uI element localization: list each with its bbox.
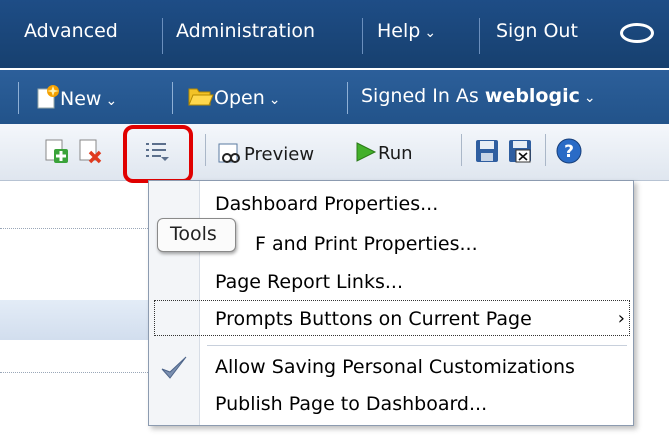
secondary-nav-bar: New ⌄ Open ⌄ Signed In As weblogic ⌄ — [0, 70, 669, 124]
administration-link[interactable]: Administration — [176, 20, 315, 42]
open-label: Open — [214, 87, 265, 109]
preview-icon — [218, 143, 240, 163]
chevron-down-icon: ⌄ — [424, 25, 437, 41]
dashboard-toolbar: Preview Run ? — [0, 124, 669, 181]
help-label: Help — [377, 20, 421, 42]
help-menu[interactable]: Help ⌄ — [377, 20, 436, 42]
preview-label: Preview — [244, 144, 315, 165]
chevron-down-icon: ⌄ — [105, 93, 118, 109]
nav-divider — [172, 82, 173, 114]
nav-divider — [347, 82, 348, 114]
save-icon[interactable] — [474, 138, 500, 164]
page-divider — [0, 372, 150, 373]
tools-highlight-annotation — [123, 125, 193, 183]
menu-separator — [207, 345, 627, 346]
menu-item-page-report-links[interactable]: Page Report Links... — [215, 271, 403, 293]
folder-icon — [188, 88, 214, 106]
submenu-arrow-icon: › — [617, 308, 625, 329]
save-as-icon[interactable] — [507, 138, 533, 164]
menu-item-dashboard-properties[interactable]: Dashboard Properties... — [215, 193, 438, 215]
toolbar-divider — [545, 134, 546, 166]
new-document-icon — [37, 85, 59, 109]
checkmark-icon — [161, 356, 187, 379]
page-divider — [0, 228, 150, 229]
run-button[interactable]: Run — [354, 141, 413, 164]
nav-divider — [162, 18, 163, 54]
run-icon — [356, 142, 377, 162]
open-menu[interactable]: Open ⌄ — [188, 85, 280, 109]
preview-button[interactable]: Preview — [218, 141, 314, 165]
delete-page-icon[interactable] — [78, 138, 104, 164]
tools-tooltip: Tools — [157, 218, 236, 252]
oracle-logo-icon — [620, 23, 654, 43]
menu-item-prompts-buttons[interactable]: Prompts Buttons on Current Page — [215, 308, 532, 330]
nav-divider — [18, 82, 19, 114]
new-label: New — [60, 88, 102, 110]
nav-divider — [362, 18, 363, 54]
tools-dropdown-menu: Dashboard Properties... F and Print Prop… — [148, 180, 634, 426]
toolbar-divider — [461, 134, 462, 166]
add-page-icon[interactable] — [44, 138, 70, 164]
new-menu[interactable]: New ⌄ — [36, 85, 117, 110]
sign-out-link[interactable]: Sign Out — [496, 20, 578, 42]
advanced-link[interactable]: Advanced — [24, 20, 118, 42]
svg-text:?: ? — [564, 142, 574, 162]
menu-item-allow-saving-customizations[interactable]: Allow Saving Personal Customizations — [215, 356, 575, 378]
help-icon[interactable]: ? — [556, 138, 582, 164]
menu-item-publish-page[interactable]: Publish Page to Dashboard... — [215, 393, 487, 415]
page-band — [0, 300, 150, 340]
signed-in-label: Signed In As — [361, 85, 479, 107]
chevron-down-icon: ⌄ — [583, 90, 596, 106]
chevron-down-icon: ⌄ — [268, 92, 281, 108]
menu-item-print-properties[interactable]: F and Print Properties... — [255, 233, 478, 255]
run-label: Run — [378, 143, 413, 164]
username: weblogic — [484, 85, 580, 107]
toolbar-divider — [205, 134, 206, 166]
nav-divider — [479, 18, 480, 54]
signed-in-menu[interactable]: Signed In As weblogic ⌄ — [361, 85, 596, 107]
top-nav-bar: Advanced Administration Help ⌄ Sign Out — [0, 0, 669, 68]
